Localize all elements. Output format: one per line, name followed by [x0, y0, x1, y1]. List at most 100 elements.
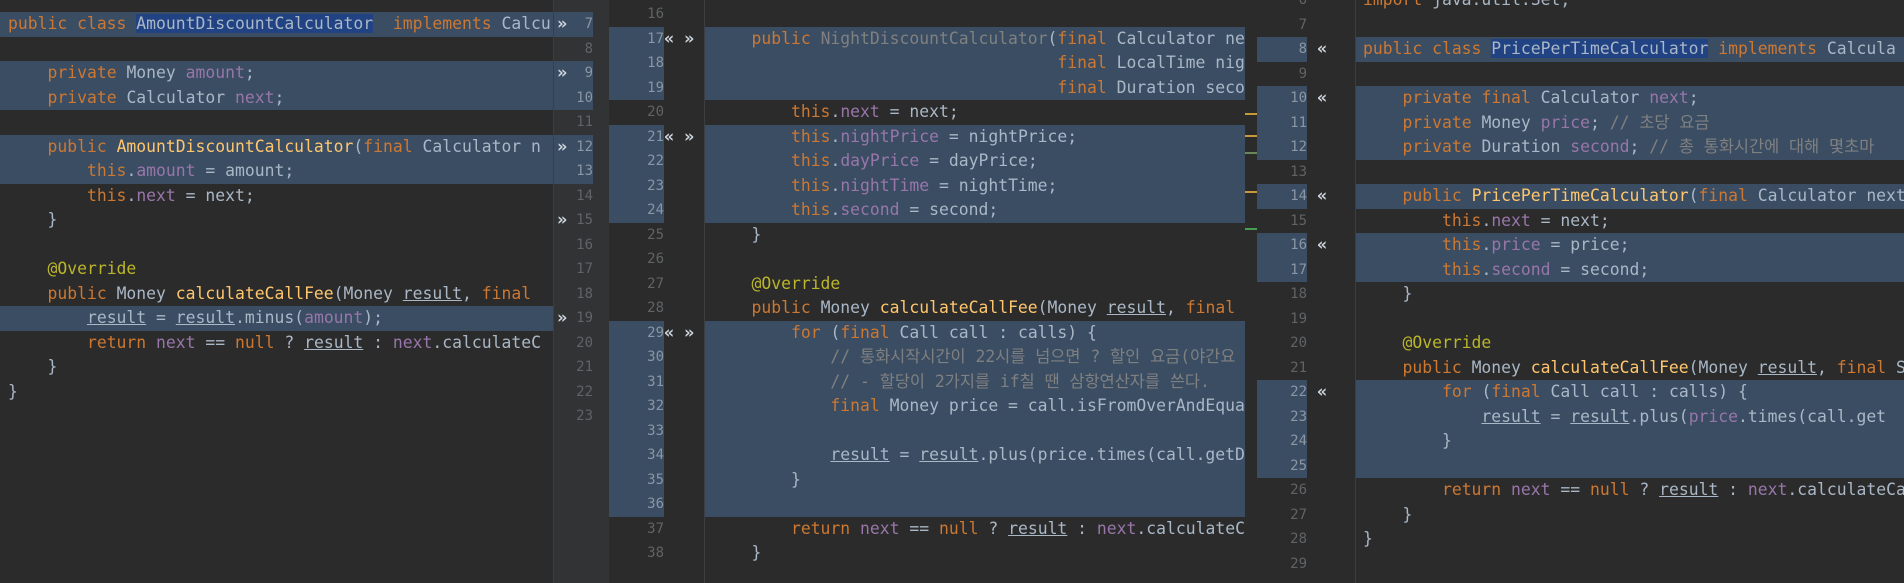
apply-left-icon[interactable]: « [1317, 380, 1327, 405]
code-line[interactable]: // 통화시작시간이 22시를 넘으면 ? 할인 요금(야간요 [704, 345, 1257, 370]
code-line[interactable]: this.amount = amount; [0, 159, 553, 184]
code-token: @Override [47, 259, 137, 278]
code-line[interactable] [704, 247, 1257, 272]
code-line[interactable]: return next == null ? result : next.calc… [704, 517, 1257, 542]
code-line[interactable] [704, 2, 1257, 27]
code-line[interactable]: final LocalTime nigh [704, 51, 1257, 76]
code-line[interactable]: public AmountDiscountCalculator(final Ca… [0, 134, 553, 159]
pane-divider[interactable] [704, 0, 705, 583]
code-line[interactable] [1355, 552, 1904, 577]
code-line[interactable]: this.dayPrice = dayPrice; [704, 149, 1257, 174]
code-line[interactable] [1355, 62, 1904, 87]
apply-left-icon[interactable]: « [1317, 86, 1327, 111]
code-line[interactable]: } [704, 223, 1257, 248]
code-token: . [1481, 235, 1492, 254]
code-line[interactable] [1355, 160, 1904, 185]
pane-divider[interactable] [1355, 0, 1356, 583]
line-number: 23 [1257, 404, 1307, 429]
code-line[interactable]: return next == null ? result : next.calc… [1355, 478, 1904, 503]
code-line[interactable]: this.second = second; [1355, 257, 1904, 282]
code-line[interactable]: this.nightTime = nightTime; [704, 173, 1257, 198]
code-line[interactable]: this.price = price; [1355, 233, 1904, 258]
code-token: public [1402, 186, 1472, 205]
right-code-pane[interactable]: import java.util.Set; public class PriceP… [1355, 0, 1904, 583]
code-line[interactable]: final Duration secon [704, 75, 1257, 100]
code-line[interactable] [704, 418, 1257, 443]
code-line[interactable]: return next == null ? result : next.calc… [0, 331, 553, 356]
code-line[interactable]: } [0, 355, 553, 380]
code-line[interactable]: } [0, 380, 553, 405]
code-line[interactable] [0, 233, 553, 258]
code-line[interactable]: result = result.plus(price.times(call.ge… [704, 443, 1257, 468]
apply-right-icon[interactable]: » [684, 27, 694, 52]
line-number: 18 [609, 51, 664, 76]
code-token: second [840, 200, 900, 219]
code-line[interactable] [0, 37, 553, 62]
code-line[interactable]: @Override [1355, 331, 1904, 356]
code-line[interactable]: result = result.plus(price.times(call.ge… [1355, 404, 1904, 429]
code-line[interactable]: this.next = next; [1355, 209, 1904, 234]
line-number: 21 [609, 124, 664, 149]
apply-left-icon[interactable]: « [1317, 233, 1327, 258]
code-token: == [195, 332, 235, 352]
middle-code-pane[interactable]: public NightDiscountCalculator(final Cal… [704, 0, 1257, 583]
apply-left-icon[interactable]: « [664, 125, 674, 150]
code-line[interactable] [704, 492, 1257, 517]
apply-right-icon[interactable]: » [557, 135, 567, 160]
code-line[interactable]: import java.util.Set; [1355, 0, 1904, 13]
code-line[interactable]: } [0, 208, 553, 233]
apply-right-icon[interactable]: » [557, 208, 567, 233]
code-line[interactable]: this.nightPrice = nightPrice; [704, 124, 1257, 149]
code-line[interactable]: public Money calculateCallFee(Money resu… [1355, 356, 1904, 381]
code-line[interactable]: private Money amount; [0, 61, 553, 86]
pane-divider[interactable] [553, 0, 554, 583]
apply-right-icon[interactable]: » [557, 61, 567, 86]
code-line[interactable]: final Money price = call.isFromOverAndEq… [704, 394, 1257, 419]
code-line[interactable]: } [704, 541, 1257, 566]
code-line[interactable]: public NightDiscountCalculator(final Cal… [704, 26, 1257, 51]
apply-right-icon[interactable]: » [684, 125, 694, 150]
left-code-pane[interactable]: public class AmountDiscountCalculator im… [0, 0, 553, 583]
code-line[interactable]: public Money calculateCallFee(Money resu… [704, 296, 1257, 321]
apply-left-icon[interactable]: « [1317, 37, 1327, 62]
apply-left-icon[interactable]: « [664, 27, 674, 52]
code-line[interactable]: private Duration second; // 총 통화시간에 대해 몇… [1355, 135, 1904, 160]
code-line[interactable]: } [1355, 527, 1904, 552]
code-line[interactable]: private final Calculator next; [1355, 86, 1904, 111]
apply-right-icon[interactable]: » [557, 12, 567, 37]
code-line[interactable]: this.next = next; [704, 100, 1257, 125]
apply-right-icon[interactable]: » [684, 321, 694, 346]
code-line[interactable]: @Override [0, 257, 553, 282]
code-line[interactable]: public class PricePerTimeCalculator impl… [1355, 37, 1904, 62]
code-token: second [1570, 137, 1630, 156]
code-line[interactable]: for (final Call call : calls) { [704, 320, 1257, 345]
code-token: final [1836, 357, 1896, 377]
code-token: } [712, 469, 801, 489]
code-line[interactable]: public class AmountDiscountCalculator im… [0, 12, 553, 37]
code-line[interactable] [0, 110, 553, 135]
apply-left-icon[interactable]: « [664, 321, 674, 346]
code-line[interactable]: } [1355, 282, 1904, 307]
middle-scrollbar[interactable] [1245, 0, 1257, 583]
code-line[interactable] [1355, 13, 1904, 38]
apply-left-icon[interactable]: « [1317, 184, 1327, 209]
code-line[interactable]: this.next = next; [0, 184, 553, 209]
code-line[interactable]: } [1355, 429, 1904, 454]
code-line[interactable]: // - 할당이 2가지를 if칠 땐 삼항연산자를 쓴다. [704, 369, 1257, 394]
code-line[interactable]: @Override [704, 272, 1257, 297]
code-line[interactable] [1355, 307, 1904, 332]
middle-right-connector: 6 7 8 9 10 11 12 13 14 15 16 17 18 19 20 21 22 23 24 25 26 27… [1257, 0, 1355, 583]
code-line[interactable]: private Calculator next; [0, 85, 553, 110]
code-line[interactable]: private Money price; // 초당 요금 [1355, 110, 1904, 135]
code-line[interactable]: } [704, 467, 1257, 492]
code-line[interactable]: result = result.minus(amount); [0, 306, 553, 331]
code-line[interactable]: public Money calculateCallFee(Money resu… [0, 282, 553, 307]
code-line[interactable]: public PricePerTimeCalculator(final Calc… [1355, 184, 1904, 209]
code-line[interactable]: for (final Call call : calls) { [1355, 380, 1904, 405]
code-line[interactable] [1355, 453, 1904, 478]
code-line[interactable]: } [1355, 503, 1904, 528]
code-line[interactable]: this.second = second; [704, 198, 1257, 223]
apply-right-icon[interactable]: » [557, 306, 567, 331]
line-number: 30 [609, 345, 664, 370]
